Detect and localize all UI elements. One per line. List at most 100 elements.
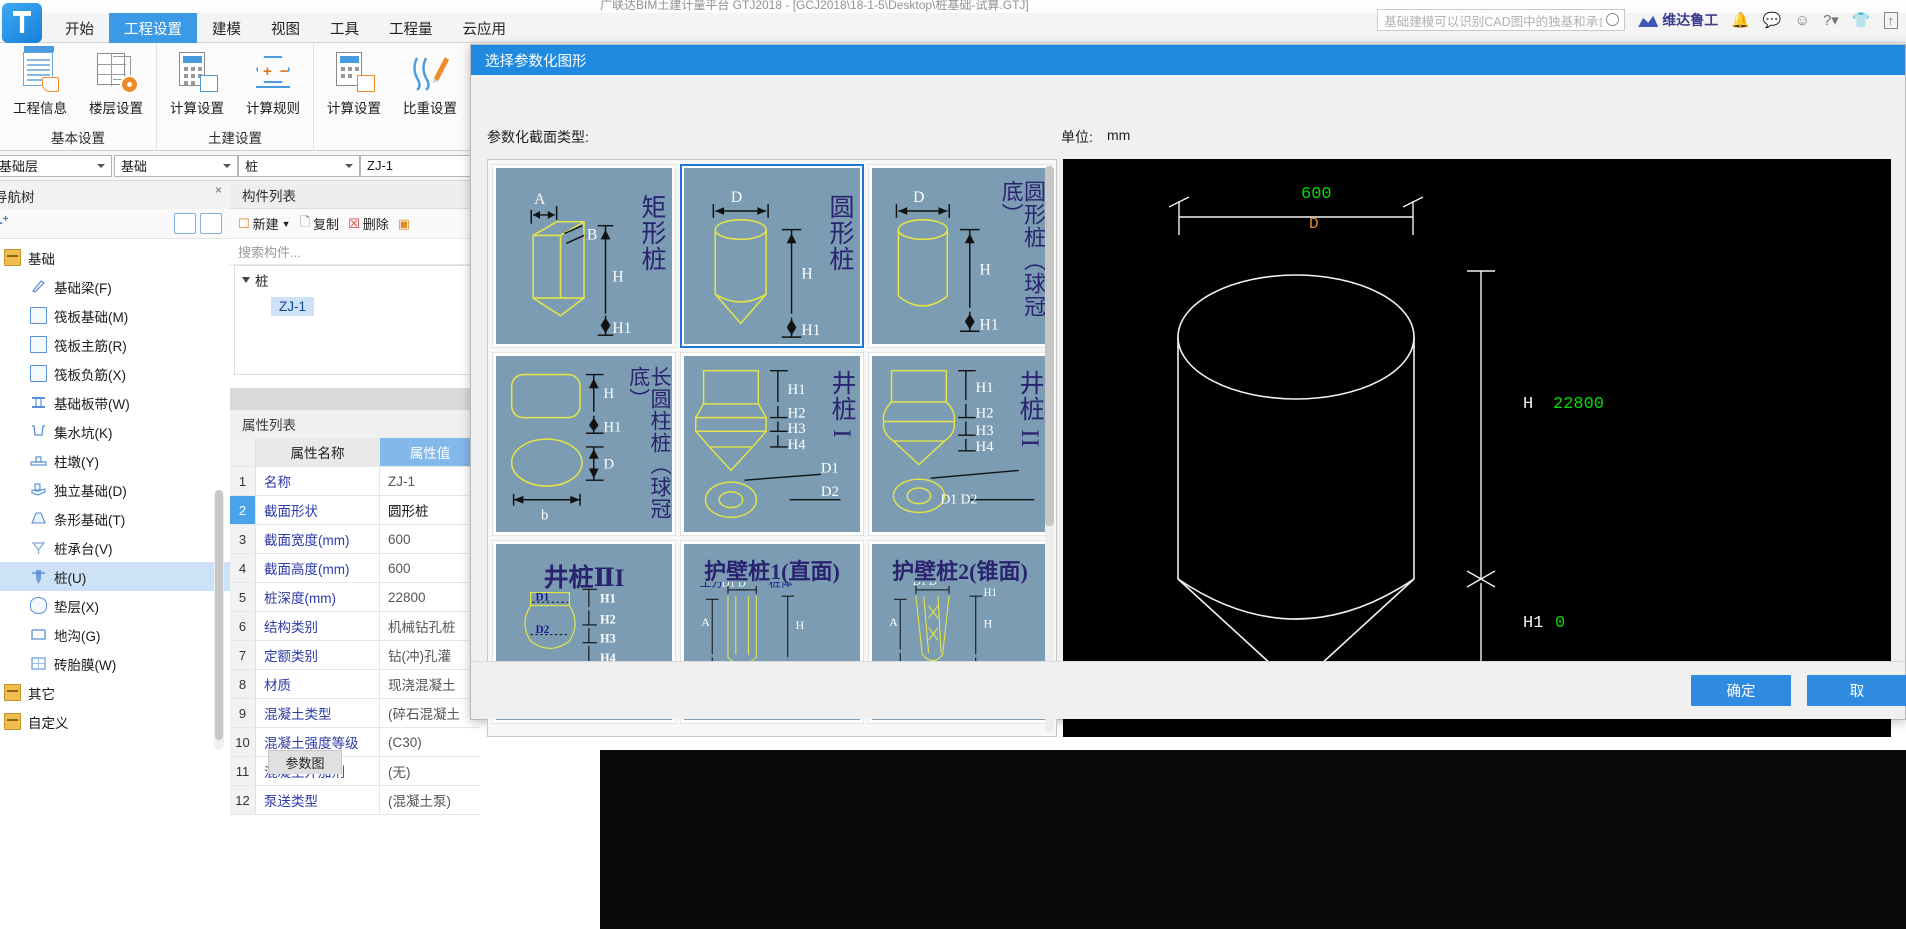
search-input[interactable]: 基础建模可以识别CAD图中的独基和承台吗? — [1377, 9, 1626, 31]
shape-card-well-pile-1[interactable]: H1 H2 H3 H4 D1 D2 井桩 I — [680, 352, 864, 536]
property-value[interactable]: 22800 — [380, 583, 480, 611]
property-value[interactable]: 600 — [380, 525, 480, 553]
user-account[interactable]: 维达鲁工 — [1638, 10, 1718, 30]
save-icon[interactable] — [196, 0, 210, 5]
tree-group-custom[interactable]: 自定义 — [0, 707, 230, 736]
table-row[interactable]: 6 结构类别 机械钻孔桩 — [230, 612, 480, 641]
tab-cloud-apps[interactable]: 云应用 — [448, 13, 522, 43]
component-combo[interactable]: 桩 — [238, 154, 360, 177]
tab-tools[interactable]: 工具 — [315, 13, 374, 43]
instance-combo[interactable]: ZJ-1 — [360, 154, 482, 177]
sidebar-item-pile-cap[interactable]: 桩承台(V) — [0, 533, 230, 562]
close-icon[interactable]: × — [215, 183, 222, 197]
component-item-row[interactable]: ZJ-1 — [235, 297, 475, 316]
help-icon[interactable]: ?▾ — [1823, 11, 1839, 29]
property-value[interactable]: (C30) — [380, 728, 480, 756]
sidebar-item-strip-foundation[interactable]: 条形基础(T) — [0, 504, 230, 533]
drawing-canvas[interactable] — [600, 750, 1906, 929]
quick-access-toolbar[interactable] — [196, 0, 310, 6]
face-icon[interactable]: ☺ — [1795, 12, 1810, 29]
sidebar-item-isolated-foundation[interactable]: 独立基础(D) — [0, 475, 230, 504]
upload-icon[interactable]: ↑ — [1883, 11, 1898, 29]
table-row[interactable]: 12 泵送类型 (混凝土泵) — [230, 786, 480, 815]
ribbon-label: 计算设置 — [327, 101, 381, 116]
ribbon-button-calc-rules[interactable]: + − 计算规则 — [235, 48, 311, 117]
sidebar-item-sump-pit[interactable]: 集水坑(K) — [0, 417, 230, 446]
chat-icon[interactable]: 💬 — [1763, 11, 1782, 29]
property-value[interactable]: (混凝土泵) — [380, 786, 480, 814]
component-group-row[interactable]: 桩 — [235, 266, 475, 293]
ribbon-button-floor-settings[interactable]: 楼层设置 — [78, 48, 154, 117]
table-row[interactable]: 8 材质 现浇混凝土 — [230, 670, 480, 699]
tab-start[interactable]: 开始 — [50, 13, 109, 43]
table-row[interactable]: 1 名称 ZJ-1 — [230, 467, 480, 496]
bell-icon[interactable]: 🔔 — [1731, 11, 1750, 29]
property-value[interactable]: 钻(冲)孔灌 — [380, 641, 480, 669]
search-icon[interactable] — [1606, 13, 1620, 26]
cancel-button[interactable]: 取 — [1807, 675, 1906, 706]
component-search-input[interactable]: 搜索构件... — [230, 239, 480, 265]
redo-icon[interactable] — [296, 0, 310, 5]
ribbon-button-calc-settings-2[interactable]: 计算设置 — [316, 48, 392, 117]
shape-card-well-pile-2[interactable]: H1 H2 H3 H4 D1 D2 井桩 II — [868, 352, 1052, 536]
tab-project-settings[interactable]: 工程设置 — [109, 13, 197, 43]
sidebar-item-brick-formwork[interactable]: 砖胎膜(W) — [0, 649, 230, 678]
sidebar-item-foundation-beam[interactable]: 基础梁(F) — [0, 272, 230, 301]
ribbon-button-calc-settings[interactable]: 计算设置 — [159, 48, 235, 117]
property-value[interactable]: 机械钻孔桩 — [380, 612, 480, 640]
copy-component-button[interactable]: 🗋 复制 — [300, 213, 339, 235]
tab-quantity[interactable]: 工程量 — [374, 13, 448, 43]
sidebar-item-column-pedestal[interactable]: 柱墩(Y) — [0, 446, 230, 475]
tree-root-foundation[interactable]: 基础 — [0, 243, 230, 272]
undo-icon[interactable] — [271, 0, 285, 5]
category-combo[interactable]: 基础 — [114, 154, 238, 177]
gallery-scrollbar[interactable] — [1045, 166, 1054, 732]
property-value[interactable]: (碎石混凝土 — [380, 699, 480, 727]
open-icon[interactable] — [221, 0, 235, 5]
shape-gallery[interactable]: A B H H1 矩形桩 D H H1 圆形桩 D H H1 圆形桩（球冠底） … — [487, 159, 1057, 737]
sidebar-item-trench[interactable]: 地沟(G) — [0, 620, 230, 649]
tree-group-others[interactable]: 其它 — [0, 678, 230, 707]
sidebar-item-raft-foundation[interactable]: 筏板基础(M) — [0, 301, 230, 330]
sidebar-item-pile[interactable]: 桩(U) — [0, 562, 230, 591]
table-row[interactable]: 3 截面宽度(mm) 600 — [230, 525, 480, 554]
floor-combo[interactable]: 基础层 — [0, 154, 112, 177]
property-value[interactable]: 现浇混凝土 — [380, 670, 480, 698]
ribbon-button-project-info[interactable]: 工程信息 — [2, 46, 78, 117]
shape-card-round-pile-spherical[interactable]: D H H1 圆形桩（球冠底） — [868, 164, 1052, 348]
property-value[interactable]: 600 — [380, 554, 480, 582]
table-row[interactable]: 5 桩深度(mm) 22800 — [230, 583, 480, 612]
ribbon-button-weight-settings[interactable]: 比重设置 — [392, 48, 468, 117]
delete-component-button[interactable]: ☒ 删除 — [348, 214, 389, 233]
column-pedestal-icon — [30, 452, 47, 469]
svg-text:D2: D2 — [821, 484, 839, 500]
property-value[interactable]: 圆形桩 — [380, 496, 480, 524]
export-icon[interactable] — [246, 0, 260, 5]
property-scrollbar[interactable] — [214, 490, 224, 750]
table-row[interactable]: 9 混凝土类型 (碎石混凝土 — [230, 699, 480, 728]
table-row[interactable]: 7 定额类别 钻(冲)孔灌 — [230, 641, 480, 670]
tab-parameter-diagram[interactable]: 参数图 — [268, 750, 342, 774]
tab-modeling[interactable]: 建模 — [197, 13, 256, 43]
shirt-icon[interactable]: 👕 — [1852, 11, 1871, 29]
property-value[interactable]: ZJ-1 — [380, 467, 480, 495]
table-row[interactable]: 2 截面形状 圆形桩 — [230, 496, 480, 525]
sidebar-item-raft-main-rebar[interactable]: 筏板主筋(R) — [0, 330, 230, 359]
new-component-button[interactable]: ☐ 新建 ▼ — [238, 214, 291, 233]
sidebar-item-cushion[interactable]: 垫层(X) — [0, 591, 230, 620]
property-value[interactable]: (无) — [380, 757, 480, 785]
list-view-icon[interactable] — [174, 213, 196, 234]
shape-card-long-round-column[interactable]: H H1 D b 长圆柱桩（球冠底） — [492, 352, 676, 536]
add-plus-icon[interactable]: ++ — [0, 214, 9, 232]
sidebar-item-raft-negative-rebar[interactable]: 筏板负筋(X) — [0, 359, 230, 388]
layer-button[interactable]: ▣ — [398, 216, 410, 232]
shape-card-rect-pile[interactable]: A B H H1 矩形桩 — [492, 164, 676, 348]
table-row[interactable]: 4 截面高度(mm) 600 — [230, 554, 480, 583]
sidebar-item-foundation-slab-band[interactable]: 基础板带(W) — [0, 388, 230, 417]
app-logo-icon — [2, 3, 42, 43]
pile-icon — [30, 568, 47, 585]
tab-view[interactable]: 视图 — [256, 13, 315, 43]
grid-view-icon[interactable] — [200, 213, 222, 234]
ok-button[interactable]: 确定 — [1691, 675, 1791, 706]
shape-card-round-pile[interactable]: D H H1 圆形桩 — [680, 164, 864, 348]
